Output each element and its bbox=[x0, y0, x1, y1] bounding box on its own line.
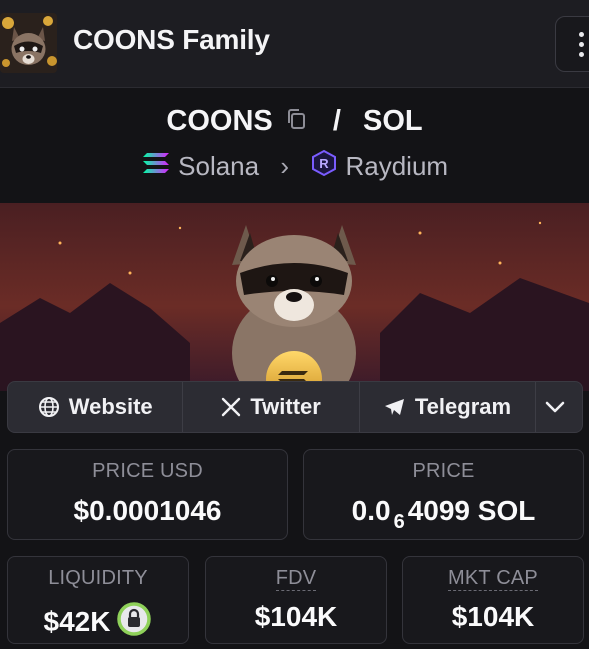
svg-text:R: R bbox=[320, 156, 330, 171]
liquidity-value-row: $42K bbox=[8, 601, 188, 644]
price-sol-prefix: 0.0 bbox=[351, 495, 391, 526]
fdv-label: FDV bbox=[206, 567, 386, 591]
price-sol-value: 0.0 6 4099 SOL bbox=[304, 495, 583, 533]
network-name[interactable]: Solana bbox=[178, 151, 259, 181]
twitter-label: Twitter bbox=[250, 394, 321, 419]
raccoon-avatar bbox=[0, 13, 57, 73]
liquidity-card: LIQUIDITY $42K bbox=[7, 556, 189, 644]
price-sol-digits: 4099 bbox=[407, 495, 470, 526]
solana-logo-icon bbox=[141, 151, 171, 182]
telegram-label: Telegram bbox=[414, 394, 512, 419]
raydium-logo-icon: R bbox=[310, 149, 338, 184]
x-logo-icon bbox=[222, 397, 241, 417]
token-banner-image bbox=[0, 203, 589, 391]
vertical-dots-icon-dot bbox=[579, 42, 584, 47]
pair-separator: / bbox=[332, 105, 341, 137]
pair-title: COONS / SOL bbox=[0, 105, 589, 139]
vertical-dots-icon-dot bbox=[579, 52, 584, 57]
fdv-value: $104K bbox=[254, 601, 338, 632]
price-sol-zero-count: 6 bbox=[393, 511, 405, 533]
fdv-card: FDV $104K bbox=[205, 556, 387, 644]
price-sol-unit: SOL bbox=[477, 495, 536, 526]
more-menu-button[interactable] bbox=[555, 16, 589, 72]
dex-name[interactable]: Raydium bbox=[345, 151, 448, 181]
price-usd-card: PRICE USD $0.0001046 bbox=[7, 449, 288, 540]
copy-icon[interactable] bbox=[285, 106, 307, 139]
telegram-icon bbox=[384, 399, 404, 415]
base-token-symbol: COONS bbox=[166, 105, 273, 137]
telegram-link[interactable]: Telegram bbox=[360, 382, 537, 432]
chain-breadcrumb: Solana › R Raydium bbox=[0, 149, 589, 184]
social-links-bar: Website Twitter Telegram bbox=[7, 381, 583, 433]
market-cap-label: MKT CAP bbox=[403, 567, 583, 591]
globe-icon bbox=[38, 397, 59, 417]
market-cap-label-text: MKT CAP bbox=[448, 567, 538, 591]
price-sol-label: PRICE bbox=[412, 460, 475, 482]
fdv-label-text: FDV bbox=[275, 567, 317, 591]
token-header: COONS Family bbox=[0, 0, 589, 88]
market-cap-card: MKT CAP $104K bbox=[402, 556, 584, 644]
price-usd-label: PRICE USD bbox=[92, 460, 203, 482]
vertical-dots-icon bbox=[579, 32, 584, 37]
chevron-down-icon bbox=[545, 401, 564, 413]
quote-token-symbol: SOL bbox=[362, 105, 423, 137]
lock-icon[interactable] bbox=[116, 601, 152, 644]
pair-info: COONS / SOL Solana › R Raydium bbox=[0, 89, 589, 203]
price-usd-value: $0.0001046 bbox=[73, 495, 222, 526]
liquidity-label: LIQUIDITY bbox=[48, 567, 148, 589]
chevron-right-icon: › bbox=[280, 151, 290, 181]
website-label: Website bbox=[68, 394, 153, 419]
price-sol-card: PRICE 0.0 6 4099 SOL bbox=[303, 449, 584, 540]
token-name: COONS Family bbox=[73, 24, 270, 55]
liquidity-value: $42K bbox=[43, 606, 111, 637]
website-link[interactable]: Website bbox=[8, 382, 184, 432]
more-links-dropdown[interactable] bbox=[536, 382, 582, 432]
market-cap-value: $104K bbox=[451, 601, 535, 632]
twitter-link[interactable]: Twitter bbox=[183, 382, 360, 432]
